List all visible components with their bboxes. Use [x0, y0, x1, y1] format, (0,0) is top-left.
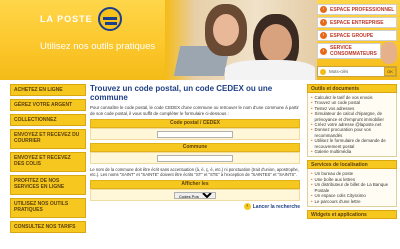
nav-achetez-en-ligne[interactable]: ACHETEZ EN LIGNE [10, 84, 86, 96]
link-service-consommateurs[interactable]: › SERVICE CONSOMMATEURS [317, 43, 381, 59]
display-label: Afficher les [90, 180, 300, 189]
commune-row [90, 152, 300, 164]
code-postal-row [90, 128, 300, 140]
nav-gerez-votre-argent[interactable]: GÉREZ VOTRE ARGENT [10, 99, 86, 111]
mascot-icon [381, 42, 397, 64]
hero-photo [165, 0, 317, 80]
outils-documents-header: Outils et documents [307, 84, 397, 93]
link-espace-entreprise[interactable]: › ESPACE ENTREPRISE [317, 17, 397, 28]
intro-text: Pour connaître le code postal, le code C… [90, 105, 299, 116]
search-button[interactable]: OK [384, 67, 396, 76]
list-item[interactable]: Donnez procuration pour vos recommandés [311, 127, 393, 138]
nav-outils-pratiques[interactable]: UTILISEZ NOS OUTILS PRATIQUES [10, 198, 86, 218]
arrow-icon: › [320, 32, 327, 39]
list-item[interactable]: Le parcours d'une lettre [311, 199, 393, 204]
commune-label: Commune [90, 143, 300, 152]
arrow-icon: › [243, 203, 251, 210]
search-box[interactable]: Mots-clés OK [317, 66, 397, 77]
widgets-header: Widgets et applications [307, 209, 397, 219]
list-item[interactable]: Utilisez le formulaire de demande de rec… [311, 138, 393, 149]
arrow-icon: › [320, 19, 327, 26]
nav-collectionnez[interactable]: COLLECTIONNEZ [10, 114, 86, 126]
la-poste-bird-icon [97, 7, 122, 31]
page-title: Trouvez un code postal, un code CEDEX ou… [90, 84, 273, 102]
outils-documents-list: Calculez le tarif de vos envois Trouvez … [307, 93, 397, 158]
main-content: Trouvez un code postal, un code CEDEX ou… [90, 84, 300, 249]
header: LA POSTE Utilisez nos outils pratiques ›… [0, 0, 400, 80]
right-column: Outils et documents Calculez le tarif de… [307, 84, 397, 219]
page: LA POSTE Utilisez nos outils pratiques ›… [0, 0, 400, 249]
localisation-header: Services de localisation [307, 160, 397, 170]
commune-input[interactable] [157, 154, 233, 162]
search-input[interactable]: Mots-clés [329, 69, 348, 74]
list-item[interactable]: Galerie multimédia [311, 149, 393, 154]
nav-services-en-ligne[interactable]: PROFITEZ DE NOS SERVICES EN LIGNE [10, 175, 86, 195]
tagline: Utilisez nos outils pratiques [40, 41, 156, 52]
arrow-icon: › [320, 47, 327, 55]
nav-tarifs[interactable]: CONSULTEZ NOS TARIFS [10, 221, 86, 233]
search-submit-button[interactable]: › Lancer la recherche [243, 203, 300, 210]
commune-note: Le nom de la commune doit être écrit san… [90, 167, 299, 177]
link-espace-professionnel[interactable]: › ESPACE PROFESSIONNEL [317, 4, 397, 15]
nav-colis[interactable]: ENVOYEZ ET RECEVEZ DES COLIS [10, 152, 86, 172]
nav-courrier[interactable]: ENVOYEZ ET RECEVEZ DU COURRIER [10, 129, 86, 149]
logo-text: LA POSTE [40, 14, 93, 24]
left-nav: ACHETEZ EN LIGNE GÉREZ VOTRE ARGENT COLL… [10, 84, 86, 236]
display-row: Codes Postaux [90, 189, 300, 201]
localisation-list: Un bureau de poste Une boîte aux lettres… [307, 169, 397, 207]
arrow-icon: › [320, 6, 327, 13]
list-item[interactable]: Un distributeur de billet de La Banque P… [311, 182, 393, 193]
list-item[interactable]: Simulateur de calcul d'épargne, de prévo… [311, 111, 393, 122]
logo[interactable]: LA POSTE [40, 7, 122, 31]
code-postal-label: Code postal / CEDEX [90, 119, 300, 128]
search-icon [320, 68, 326, 75]
code-postal-input[interactable] [157, 130, 233, 138]
link-espace-groupe[interactable]: › ESPACE GROUPE [317, 30, 397, 41]
display-select[interactable]: Codes Postaux [174, 191, 216, 199]
